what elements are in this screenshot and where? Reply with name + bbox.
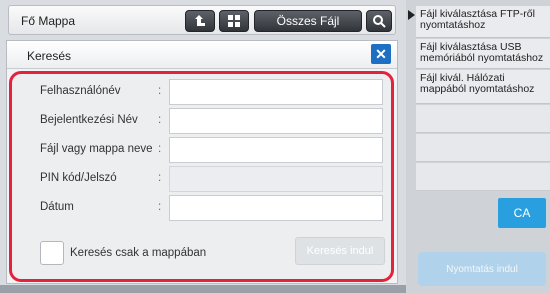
usb-print-item[interactable]: Fájl kiválasztása USB memóriából nyomtat… — [416, 39, 550, 69]
file-folder-name-field[interactable] — [169, 137, 383, 163]
folder-title: Fő Mappa — [21, 14, 76, 28]
colon: : — [158, 143, 162, 155]
search-icon — [373, 15, 386, 28]
search-button[interactable] — [366, 10, 392, 32]
dialog-header: Keresés ✕ — [7, 41, 397, 69]
pin-password-field[interactable] — [169, 166, 383, 192]
close-button[interactable]: ✕ — [371, 44, 391, 64]
folder-only-label: Keresés csak a mappában — [70, 247, 207, 259]
close-icon: ✕ — [375, 45, 387, 62]
top-bar: Fő Mappa Összes Fájl — [8, 5, 396, 35]
colon: : — [158, 85, 162, 97]
colon: : — [158, 201, 162, 213]
pin-password-label: PIN kód/Jelszó — [40, 172, 117, 184]
file-folder-name-label: Fájl vagy mappa neve — [40, 143, 153, 155]
username-field[interactable] — [169, 79, 383, 105]
grid-icon — [228, 15, 240, 27]
start-search-button[interactable]: Keresés indul — [295, 237, 385, 265]
bottom-strip — [0, 285, 406, 293]
colon: : — [158, 114, 162, 126]
username-label: Felhasználónév — [40, 85, 121, 97]
empty-slot — [416, 134, 550, 162]
empty-slot — [416, 105, 550, 133]
network-folder-print-item[interactable]: Fájl kivál. Hálózati mappából nyomtatásh… — [416, 70, 550, 104]
login-name-label: Bejelentkezési Név — [40, 114, 138, 126]
folder-only-checkbox[interactable] — [40, 241, 64, 265]
date-label: Dátum — [40, 201, 74, 213]
empty-slot — [416, 163, 550, 191]
right-panel: Fájl kiválasztása FTP-ről nyomtatáshoz F… — [406, 0, 550, 293]
search-form: Felhasználónév : Bejelentkezési Név : Fá… — [9, 71, 394, 282]
play-icon — [408, 10, 415, 20]
grid-view-button[interactable] — [219, 10, 249, 32]
dialog-title: Keresés — [27, 49, 72, 63]
ca-button[interactable]: CA — [498, 198, 546, 228]
up-arrow-icon — [195, 15, 205, 26]
login-name-field[interactable] — [169, 108, 383, 134]
up-folder-button[interactable] — [185, 10, 215, 32]
all-files-button[interactable]: Összes Fájl — [254, 10, 362, 32]
date-field[interactable] — [169, 195, 383, 221]
print-start-button[interactable]: Nyomtatás indul — [418, 252, 546, 286]
colon: : — [158, 172, 162, 184]
ftp-print-item[interactable]: Fájl kiválasztása FTP-ről nyomtatáshoz — [416, 6, 550, 38]
